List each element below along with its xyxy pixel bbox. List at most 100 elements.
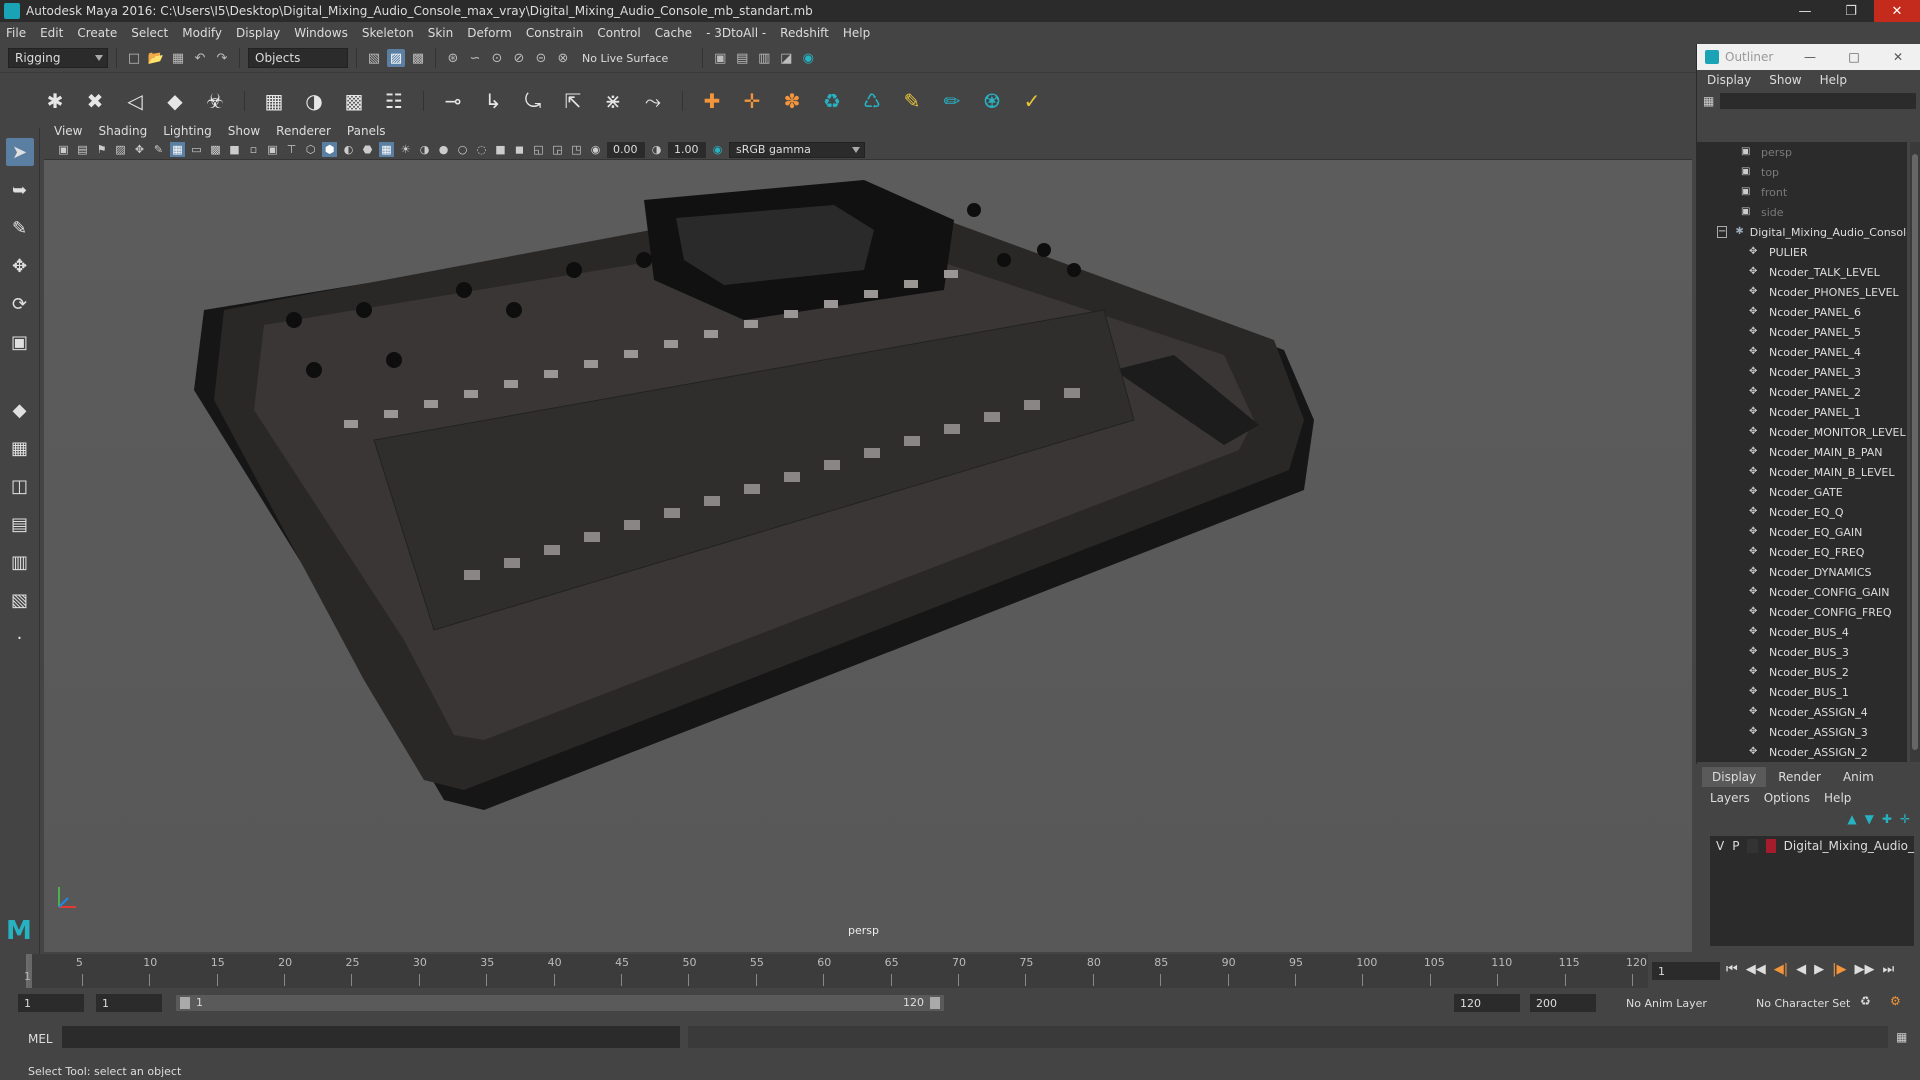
render-settings-icon[interactable]: ◪ [777,49,795,67]
image-plane-icon[interactable]: ▨ [113,142,128,157]
minimize-icon[interactable]: — [1782,0,1828,22]
select-by-component-icon[interactable]: ▩ [409,49,427,67]
menu-3dtoall[interactable]: - 3DtoAll - [706,26,766,40]
select-tool-icon[interactable]: ➤ [5,138,34,166]
gamma-field[interactable]: 1.00 [668,141,706,158]
tab-anim[interactable]: Anim [1833,767,1884,787]
four-view-icon[interactable]: ▦ [6,434,34,462]
outliner-child-item[interactable]: ✥ Ncoder_EQ_Q [1697,502,1907,522]
exposure-icon[interactable]: ◉ [588,142,603,157]
outliner-child-item[interactable]: ✥ Ncoder_MAIN_B_LEVEL [1697,462,1907,482]
3d-viewport[interactable]: persp [44,160,1692,952]
persp-graph-icon[interactable]: ▥ [6,548,34,576]
paint-select-icon[interactable]: ✎ [6,214,34,242]
skin-brush-icon[interactable]: ✏ [937,86,967,116]
anim-end-field[interactable]: 200 [1530,994,1596,1012]
script-editor-icon[interactable]: ▦ [1896,1030,1907,1044]
snap-center-icon[interactable]: ⊗ [554,49,572,67]
new-scene-icon[interactable]: □ [125,49,143,67]
ik-handle-icon[interactable]: ◆ [160,86,190,116]
hypershade-icon[interactable]: ◉ [799,49,817,67]
scale-constraint-icon[interactable]: ⇱ [558,86,588,116]
gate-mask-icon[interactable]: ■ [227,142,242,157]
layer-menu-help[interactable]: Help [1824,791,1851,805]
xray-joints-icon[interactable]: ◲ [550,142,565,157]
outliner-child-item[interactable]: ✥ Ncoder_ASSIGN_3 [1697,722,1907,742]
filter-icon[interactable]: ▦ [1703,94,1714,108]
mirror-joint-icon[interactable]: ◁ [120,86,150,116]
insert-joint-icon[interactable]: ✖ [80,86,110,116]
outliner-menu-help[interactable]: Help [1820,73,1847,87]
menu-help[interactable]: Help [843,26,870,40]
check-icon[interactable]: ✓ [1017,86,1047,116]
outliner-child-item[interactable]: ✥ Ncoder_EQ_FREQ [1697,542,1907,562]
outliner-scrollbar[interactable] [1910,142,1920,762]
range-track[interactable]: 1 120 [176,995,944,1011]
layer-row[interactable]: V P Digital_Mixing_Audio_ [1710,836,1914,856]
motion-blur-icon[interactable]: ○ [455,142,470,157]
menuset-dropdown[interactable]: Rigging [8,48,108,68]
camera-select-icon[interactable]: ▣ [56,142,71,157]
lights-icon[interactable]: ☀ [398,142,413,157]
move-layer-up-icon[interactable]: ▲ [1847,812,1856,826]
2d-pan-zoom-icon[interactable]: ✥ [132,142,147,157]
layer-menu-options[interactable]: Options [1764,791,1810,805]
playback-start-field[interactable]: 1 [96,994,162,1012]
orient-constraint-icon[interactable]: ⤿ [518,86,548,116]
selection-mode-dropdown[interactable]: Objects [248,48,348,68]
point-constraint-icon[interactable]: ⊸ [438,86,468,116]
playback-end-field[interactable]: 120 [1454,994,1520,1012]
shadows-icon[interactable]: ◑ [417,142,432,157]
joint-tool-icon[interactable]: ✱ [40,86,70,116]
resolution-gate-icon[interactable]: ▩ [208,142,223,157]
color-management-icon[interactable]: ◉ [710,142,725,157]
time-ruler[interactable]: 1 5 10 15 20 25 30 35 40 45 50 55 60 65 70 75 80 85 90 95 1… [24,954,1648,988]
locator-constraint-icon[interactable]: ✛ [737,86,767,116]
snap-curve-icon[interactable]: ∽ [466,49,484,67]
menu-windows[interactable]: Windows [294,26,348,40]
restore-icon[interactable]: ❐ [1828,0,1874,22]
menu-display[interactable]: Display [236,26,280,40]
safe-action-icon[interactable]: ▣ [265,142,280,157]
grease-pencil-icon[interactable]: ✎ [151,142,166,157]
smooth-bind-icon[interactable]: ◑ [299,86,329,116]
depth-of-field-icon[interactable]: ■ [493,142,508,157]
range-start-handle[interactable] [180,997,190,1009]
menu-select[interactable]: Select [131,26,168,40]
panel-menu-show[interactable]: Show [228,124,260,138]
anim-start-field[interactable]: 1 [18,994,84,1012]
side-by-side-icon[interactable]: ◫ [6,472,34,500]
paint-weights-icon[interactable]: ✎ [897,86,927,116]
smooth-shade-icon[interactable]: ⬢ [322,142,337,157]
default-material-icon[interactable]: ◐ [341,142,356,157]
menu-file[interactable]: File [6,26,26,40]
current-frame-field[interactable]: 1 [1652,962,1720,980]
outliner-menu-show[interactable]: Show [1769,73,1801,87]
outliner-child-item[interactable]: ✥ Ncoder_ASSIGN_4 [1697,702,1907,722]
close-icon[interactable]: ✕ [1874,0,1920,22]
xray-icon[interactable]: ◱ [531,142,546,157]
layer-color-swatch[interactable] [1765,839,1776,853]
menu-constrain[interactable]: Constrain [526,26,584,40]
parent-constraint-icon[interactable]: ⋇ [598,86,628,116]
layer-playback-toggle[interactable]: P [1732,839,1739,853]
anti-alias-icon[interactable]: ◌ [474,142,489,157]
move-layer-down-icon[interactable]: ▼ [1865,812,1874,826]
color-space-dropdown[interactable]: sRGB gamma [729,141,865,158]
select-by-hierarchy-icon[interactable]: ▧ [365,49,383,67]
layer-menu-layers[interactable]: Layers [1710,791,1750,805]
new-layer-icon[interactable]: ✚ [1882,812,1892,826]
panel-menu-panels[interactable]: Panels [347,124,386,138]
outliner-child-item[interactable]: ✥ Ncoder_DYNAMICS [1697,562,1907,582]
exposure-field[interactable]: 0.00 [607,141,645,158]
outliner-child-item[interactable]: ✥ Ncoder_MONITOR_LEVEL [1697,422,1907,442]
outliner-child-item[interactable]: ✥ PULIER [1697,242,1907,262]
locator-icon[interactable]: ✚ [697,86,727,116]
human-ik-icon[interactable]: ♻ [817,86,847,116]
xray-components-icon[interactable]: ◳ [569,142,584,157]
live-surface-label[interactable]: No Live Surface [582,52,668,65]
pole-vector-icon[interactable]: ⤳ [638,86,668,116]
layer-visibility-toggle[interactable]: V [1716,839,1724,853]
maximize-icon[interactable]: □ [1832,44,1876,70]
snap-point-icon[interactable]: ⊙ [488,49,506,67]
